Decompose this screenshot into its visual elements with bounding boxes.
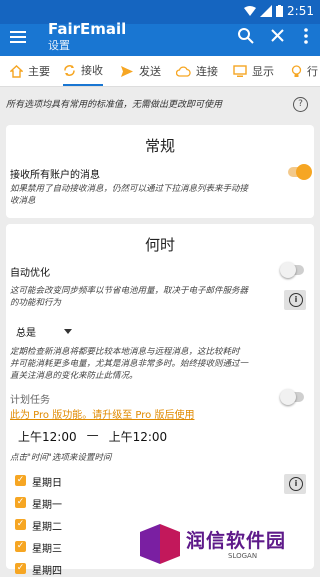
home-icon bbox=[10, 64, 23, 78]
auto-optimize-desc-2: 的功能和行为 bbox=[10, 298, 62, 308]
interval-select[interactable]: 总是 bbox=[16, 324, 72, 339]
time-separator: — bbox=[86, 428, 99, 442]
day-label-thursday: 星期四 bbox=[32, 566, 62, 577]
receive-desc-line-2: 收消息 bbox=[10, 196, 36, 206]
day-label-monday: 星期一 bbox=[32, 500, 62, 511]
watermark-logo: 润信软件园 SLOGAN bbox=[140, 520, 320, 569]
app-title: FairEmail bbox=[48, 20, 127, 38]
tab-send[interactable]: 发送 bbox=[120, 56, 161, 86]
auto-optimize-switch[interactable] bbox=[280, 262, 304, 278]
tab-display[interactable]: 显示 bbox=[233, 56, 274, 86]
tab-label: 行 bbox=[307, 65, 318, 78]
auto-optimize-label: 自动优化 bbox=[10, 268, 50, 279]
info-icon: i bbox=[289, 477, 303, 491]
status-time: 2:51 bbox=[287, 4, 314, 18]
brand-logo-icon bbox=[140, 524, 180, 564]
time-hint: 点击"时间"选项来设置时间 bbox=[10, 453, 112, 463]
close-icon[interactable] bbox=[267, 25, 289, 47]
receive-all-label: 接收所有账户的消息 bbox=[10, 170, 100, 181]
tab-label: 主要 bbox=[28, 65, 50, 78]
receive-desc-line-1: 如果禁用了自动接收消息，仍然可以通过下拉消息列表来手动接 bbox=[10, 184, 249, 194]
dropdown-arrow-icon bbox=[64, 329, 72, 334]
settings-tabs: 主要 接收 发送 连接 显示 行 bbox=[0, 56, 320, 87]
wifi-icon bbox=[244, 6, 257, 16]
bulb-icon bbox=[291, 64, 302, 77]
tab-label: 发送 bbox=[139, 65, 161, 78]
more-vert-icon[interactable] bbox=[295, 25, 317, 47]
interval-desc-1: 定期检查新消息将都要比较本地消息与远程消息，这比较耗时 bbox=[10, 347, 240, 357]
days-info-button[interactable]: i bbox=[284, 474, 306, 494]
day-checkbox-sunday[interactable]: ✓ bbox=[15, 475, 26, 486]
interval-desc-3: 直关注消息的变化来防止此情况。 bbox=[10, 371, 138, 381]
auto-optimize-info-button[interactable]: i bbox=[284, 290, 306, 310]
tab-label: 连接 bbox=[196, 65, 218, 78]
search-icon[interactable] bbox=[235, 25, 257, 47]
help-icon[interactable]: ? bbox=[293, 97, 308, 112]
schedule-end-time[interactable]: 上午12:00 bbox=[109, 428, 168, 445]
tab-behavior[interactable]: 行 bbox=[291, 56, 318, 86]
auto-optimize-desc-1: 这可能会改变同步频率以节省电池用量，取决于电子邮件服务器 bbox=[10, 286, 249, 296]
watermark-slogan: SLOGAN bbox=[228, 552, 258, 560]
app-subtitle: 设置 bbox=[48, 39, 70, 52]
timing-title: 何时 bbox=[144, 236, 175, 254]
general-title: 常规 bbox=[144, 137, 175, 155]
day-checkbox-wednesday[interactable]: ✓ bbox=[15, 541, 26, 552]
schedule-time-row: 上午12:00 — 上午12:00 bbox=[18, 428, 167, 445]
interval-desc-2: 并可能消耗更多电量，尤其是消息非常多时。始终接收则通过一 bbox=[10, 359, 249, 369]
day-label-wednesday: 星期三 bbox=[32, 544, 62, 555]
receive-all-switch[interactable] bbox=[288, 164, 312, 180]
schedule-label: 计划任务 bbox=[10, 395, 50, 406]
defaults-hint: 所有选项均具有常用的标准值，无需做出更改即可使用 bbox=[6, 100, 223, 110]
timing-card: 何时 自动优化 这可能会改变同步频率以节省电池用量，取决于电子邮件服务器 的功能… bbox=[6, 224, 314, 577]
watermark-brand: 润信软件园 bbox=[186, 530, 287, 552]
sync-icon bbox=[64, 64, 75, 76]
tab-main[interactable]: 主要 bbox=[10, 56, 50, 86]
general-card: 常规 接收所有账户的消息 如果禁用了自动接收消息，仍然可以通过下拉消息列表来手动… bbox=[6, 125, 314, 218]
battery-icon bbox=[276, 5, 284, 17]
menu-icon[interactable] bbox=[10, 26, 28, 48]
pro-feature-link[interactable]: 此为 Pro 版功能。请升级至 Pro 版后使用 bbox=[10, 406, 194, 421]
info-icon: i bbox=[289, 293, 303, 307]
day-label-tuesday: 星期二 bbox=[32, 522, 62, 533]
cloud-icon bbox=[176, 65, 191, 77]
schedule-switch[interactable] bbox=[280, 389, 304, 405]
schedule-start-time[interactable]: 上午12:00 bbox=[18, 428, 77, 445]
tab-receive[interactable]: 接收 bbox=[63, 56, 103, 86]
day-checkbox-tuesday[interactable]: ✓ bbox=[15, 519, 26, 530]
day-label-sunday: 星期日 bbox=[32, 478, 62, 489]
send-icon bbox=[121, 65, 133, 77]
day-checkbox-monday[interactable]: ✓ bbox=[15, 497, 26, 508]
tab-label: 接收 bbox=[81, 64, 103, 77]
app-bar: FairEmail 设置 bbox=[0, 20, 320, 56]
interval-value: 总是 bbox=[16, 328, 36, 339]
tab-connection[interactable]: 连接 bbox=[176, 56, 218, 86]
monitor-icon bbox=[233, 64, 247, 77]
signal-icon bbox=[260, 5, 273, 17]
tab-label: 显示 bbox=[252, 65, 274, 78]
